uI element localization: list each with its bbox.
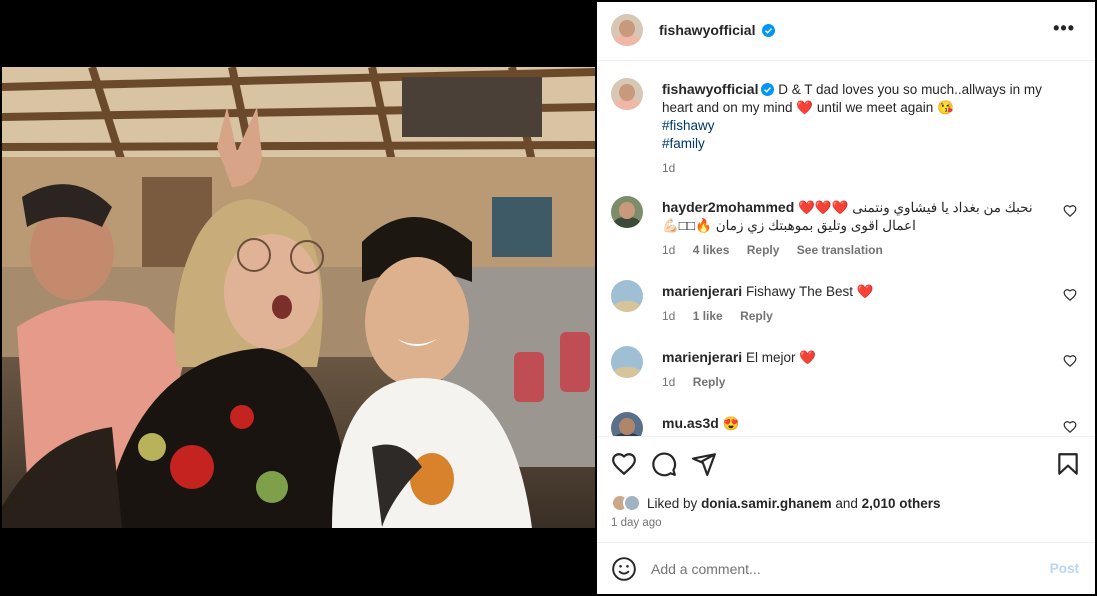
comment-meta: 1d 1 like Reply	[662, 307, 1057, 325]
caption-emoji: 😘	[937, 100, 954, 115]
comment-body: hayder2mohammed ❤️❤️❤️ نحبك من بغداد يا …	[662, 198, 1057, 259]
comment-age[interactable]: 1d	[662, 375, 675, 389]
share-icon[interactable]	[691, 451, 717, 477]
author-username[interactable]: fishawyofficial	[659, 22, 776, 38]
comment-text: El mejor	[745, 350, 796, 365]
media-pane	[2, 2, 595, 594]
comment-body: marienjerari El mejor ❤️ 1d Reply	[662, 348, 1057, 391]
post-age[interactable]: 1 day ago	[611, 517, 662, 529]
likes-middle: and	[835, 495, 858, 511]
comment-age[interactable]: 1d	[662, 243, 675, 257]
comment-meta: 1d Reply	[662, 373, 1057, 391]
post-button[interactable]: Post	[1050, 561, 1079, 576]
commenter-avatar[interactable]	[611, 412, 643, 436]
comment-input[interactable]	[651, 558, 1031, 580]
post-header: fishawyofficial •••	[597, 2, 1095, 61]
verified-icon	[761, 83, 775, 96]
commenter-name[interactable]: mu.as3d	[662, 415, 719, 431]
comment-meta: 1d 4 likes Reply See translation	[662, 241, 1057, 259]
comment-body: marienjerari Fishawy The Best ❤️ 1d 1 li…	[662, 282, 1057, 325]
hashtag-fishawy[interactable]: #fishawy	[662, 117, 1062, 135]
likes-prefix: Liked by	[647, 495, 698, 511]
comment-text-line2: 💪🏻□□🔥 اعمال اقوى وتليق بموهبتك زي زمان	[662, 218, 916, 233]
verified-icon	[762, 24, 776, 37]
caption-text-block: fishawyofficial D & T dad loves you so m…	[662, 80, 1062, 177]
emoji-icon[interactable]	[611, 556, 637, 582]
comment-age[interactable]: 1d	[662, 309, 675, 323]
comment-likes[interactable]: 4 likes	[693, 243, 730, 257]
caption-heart-emoji: ❤️	[796, 100, 814, 115]
post-actions: Liked by donia.samir.ghanem and 2,010 ot…	[597, 436, 1095, 542]
comments-list[interactable]: fishawyofficial D & T dad loves you so m…	[597, 62, 1095, 436]
heart-icon[interactable]	[1063, 204, 1077, 218]
heart-icon[interactable]	[1063, 354, 1077, 368]
commenter-avatar[interactable]	[611, 346, 643, 378]
see-translation-button[interactable]: See translation	[797, 243, 883, 257]
comment-composer: Post	[597, 542, 1095, 594]
post-modal: fishawyofficial ••• fishawyofficial D & …	[0, 0, 1097, 596]
likes-text: Liked by donia.samir.ghanem and 2,010 ot…	[647, 496, 940, 511]
liker-avatar	[623, 494, 641, 512]
comment-emoji: ❤️	[799, 350, 817, 365]
caption-age[interactable]: 1d	[662, 161, 675, 175]
comment-emoji: 😍	[722, 416, 740, 431]
comment-text: Fishawy The Best	[745, 284, 853, 299]
author-name[interactable]: fishawyofficial	[659, 22, 755, 38]
commenter-name[interactable]: hayder2mohammed	[662, 199, 794, 215]
bookmark-icon[interactable]	[1055, 451, 1081, 477]
reply-button[interactable]: Reply	[740, 309, 773, 323]
commenter-avatar[interactable]	[611, 196, 643, 228]
caption-author-name[interactable]: fishawyofficial	[662, 81, 758, 97]
comment-body: mu.as3d 😍	[662, 414, 1057, 433]
comment-icon[interactable]	[651, 451, 677, 477]
likes-others[interactable]: 2,010 others	[862, 496, 941, 511]
reply-button[interactable]: Reply	[747, 243, 780, 257]
caption-tail: until we meet again	[816, 100, 934, 115]
post-photo[interactable]	[2, 67, 595, 528]
hashtag-family[interactable]: #family	[662, 135, 1062, 153]
comment-emoji: ❤️	[856, 284, 874, 299]
likes-summary: Liked by donia.samir.ghanem and 2,010 ot…	[611, 493, 940, 513]
heart-icon[interactable]	[611, 451, 637, 477]
liked-by-user[interactable]: donia.samir.ghanem	[701, 496, 832, 511]
heart-icon[interactable]	[1063, 420, 1077, 434]
caption-meta: 1d	[662, 159, 1062, 177]
more-icon[interactable]: •••	[1053, 18, 1075, 39]
comment-text-line1: ❤️❤️❤️ نحبك من بغداد يا فيشاوي ونتمنى	[798, 200, 1033, 215]
author-avatar[interactable]	[611, 14, 643, 46]
reply-button[interactable]: Reply	[693, 375, 726, 389]
commenter-name[interactable]: marienjerari	[662, 349, 742, 365]
commenter-avatar[interactable]	[611, 280, 643, 312]
commenter-name[interactable]: marienjerari	[662, 283, 742, 299]
heart-icon[interactable]	[1063, 288, 1077, 302]
comment-likes[interactable]: 1 like	[693, 309, 723, 323]
post-details-panel: fishawyofficial ••• fishawyofficial D & …	[597, 2, 1095, 594]
caption-author-avatar[interactable]	[611, 78, 643, 110]
